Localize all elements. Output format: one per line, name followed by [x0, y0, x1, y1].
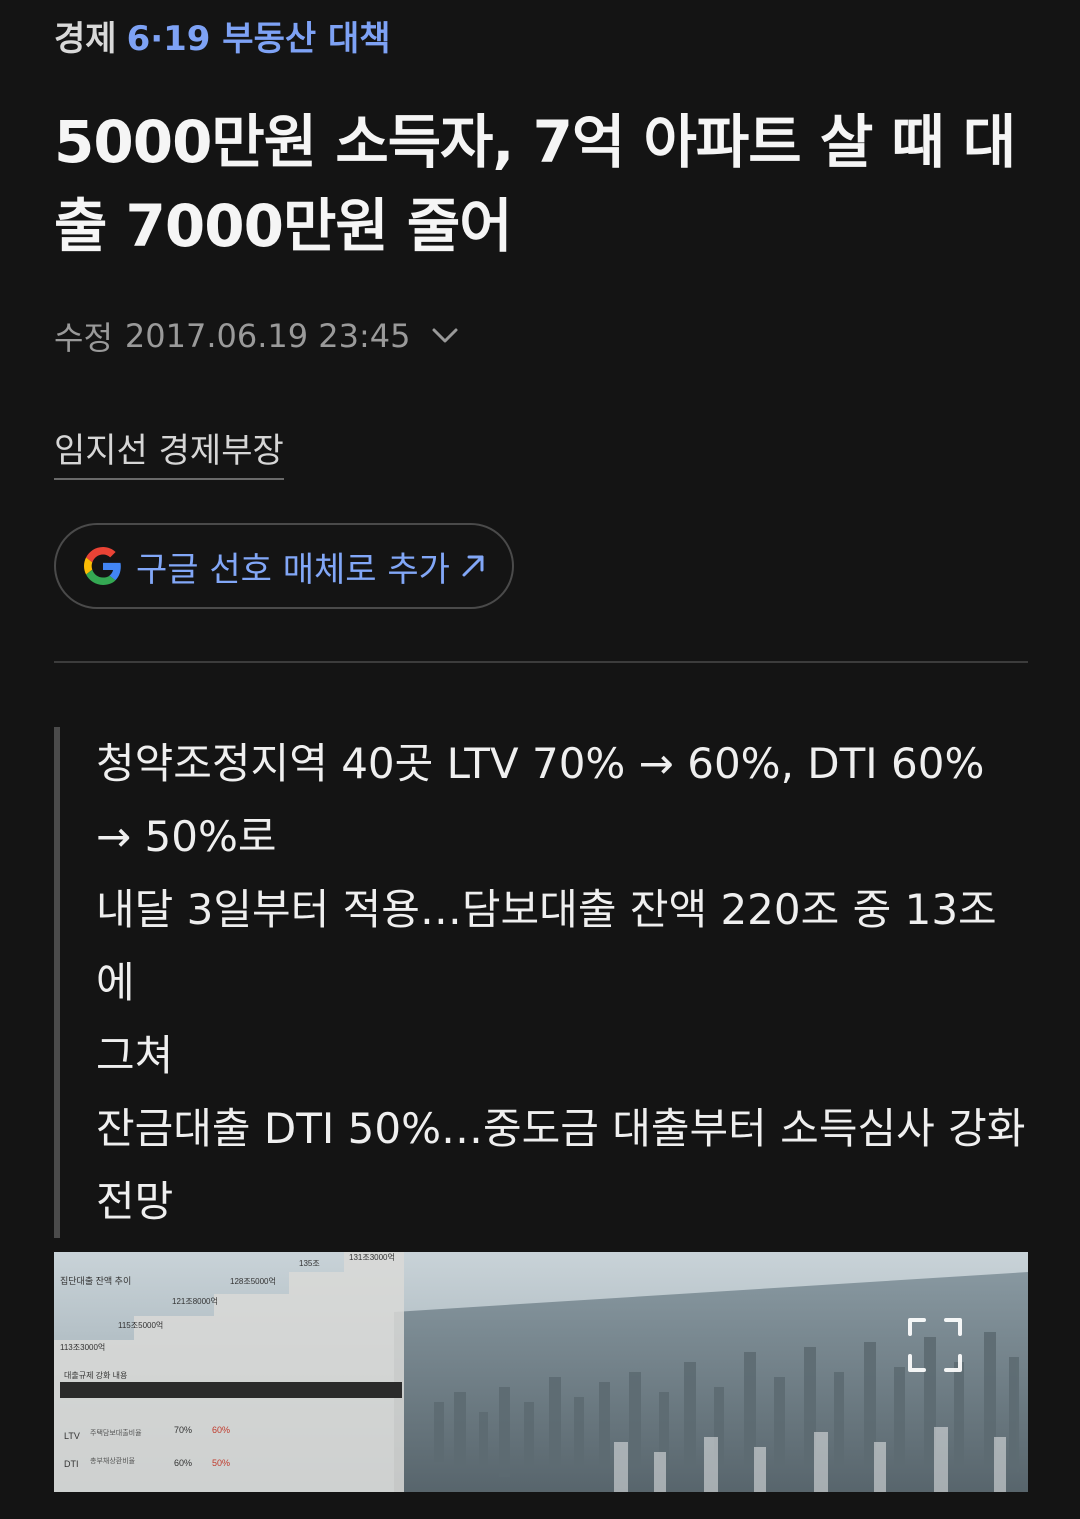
infographic-step: 128조5000억	[230, 1276, 276, 1286]
category-section-link[interactable]: 경제	[54, 19, 117, 59]
infographic-rules-title: 대출규제 강화 내용	[64, 1370, 127, 1380]
summary-line: 그쳐	[96, 1031, 174, 1080]
infographic-row-name: LTV	[64, 1431, 80, 1441]
infographic-row-from: 60%	[174, 1458, 192, 1468]
infographic-row-desc: 주택담보대출비율	[90, 1428, 142, 1437]
summary-line: 전망	[96, 1177, 174, 1226]
infographic-step: 121조8000억	[172, 1296, 218, 1306]
infographic-step: 131조3000억	[349, 1252, 395, 1262]
meta-label: 수정	[54, 319, 113, 357]
article-summary: 청약조정지역 40곳 LTV 70% → 60%, DTI 60% → 50%로…	[54, 727, 1029, 1238]
chevron-down-icon[interactable]	[431, 327, 459, 345]
article-title: 5000만원 소득자, 7억 아파트 살 때 대 출 7000만원 줄어	[54, 100, 1029, 268]
photo-illustration: 집단대출 잔액 추이 113조3000억 115조5000억 121조8000억…	[54, 1252, 1028, 1492]
article-title-line-1: 5000만원 소득자, 7억 아파트 살 때 대	[54, 108, 1016, 176]
infographic-step: 135조	[299, 1259, 320, 1268]
section-divider	[54, 661, 1028, 663]
article-page: 경제 6·19 부동산 대책 5000만원 소득자, 7억 아파트 살 때 대 출…	[0, 0, 1080, 1519]
author-byline[interactable]: 임지선 경제부장	[54, 428, 284, 480]
summary-line: → 50%로	[96, 812, 277, 861]
summary-line: 잔금대출 DTI 50%…중도금 대출부터 소득심사 강화	[96, 1104, 1026, 1153]
expand-icon[interactable]	[906, 1316, 964, 1374]
breadcrumb: 경제 6·19 부동산 대책	[54, 16, 391, 62]
article-title-line-2: 출 7000만원 줄어	[54, 192, 513, 260]
infographic-step: 113조3000억	[60, 1342, 105, 1352]
infographic-row-name: DTI	[64, 1459, 79, 1469]
infographic-row-to: 60%	[212, 1425, 230, 1435]
add-google-preferred-source-button[interactable]: 구글 선호 매체로 추가	[54, 523, 514, 609]
category-topic-link[interactable]: 6·19 부동산 대책	[127, 19, 391, 59]
google-button-label: 구글 선호 매체로 추가	[136, 549, 450, 590]
article-meta[interactable]: 수정 2017.06.19 23:45	[54, 313, 459, 359]
infographic-title: 집단대출 잔액 추이	[60, 1275, 131, 1286]
infographic-row-desc: 총부채상환비율	[90, 1456, 136, 1465]
arrow-up-right-icon	[458, 551, 488, 581]
infographic-step: 115조5000억	[118, 1320, 163, 1330]
meta-datetime: 2017.06.19 23:45	[124, 317, 411, 355]
infographic-row-from: 70%	[174, 1425, 192, 1435]
summary-line: 청약조정지역 40곳 LTV 70% → 60%, DTI 60%	[96, 739, 985, 788]
article-photo[interactable]: 집단대출 잔액 추이 113조3000억 115조5000억 121조8000억…	[54, 1252, 1028, 1492]
infographic-row-to: 50%	[212, 1458, 230, 1468]
summary-line: 내달 3일부터 적용…담보대출 잔액 220조 중 13조에	[96, 885, 997, 1007]
google-g-icon	[84, 547, 121, 585]
